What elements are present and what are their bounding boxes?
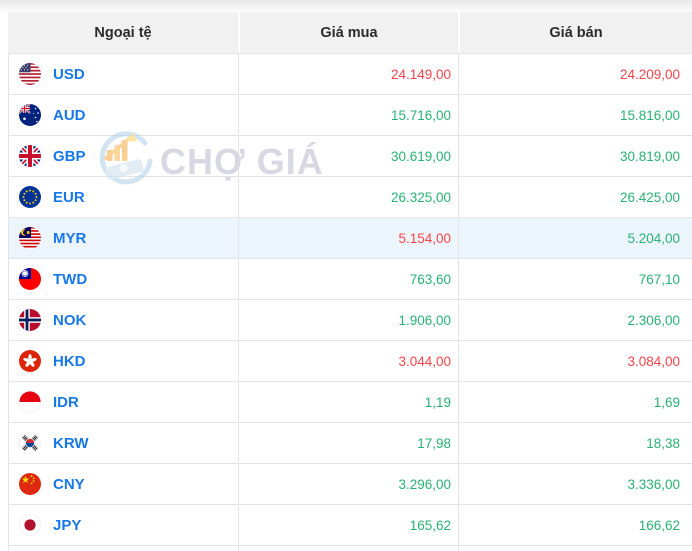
buy-price: 5.154,00 xyxy=(238,218,458,258)
currency-cell: TWD xyxy=(9,259,238,299)
currency-row-myr[interactable]: MYR 5.154,00 5.204,00 xyxy=(9,218,692,259)
currency-row-gbp[interactable]: GBP 30.619,00 30.819,00 xyxy=(9,136,692,177)
china-flag-icon xyxy=(19,473,41,495)
currency-row-usd[interactable]: USD 24.149,00 24.209,00 xyxy=(9,54,692,95)
currency-row-nok[interactable]: NOK 1.906,00 2.306,00 xyxy=(9,300,692,341)
table-header: Ngoại tệ Giá mua Giá bán xyxy=(8,12,692,53)
column-header-currency: Ngoại tệ xyxy=(8,12,238,53)
buy-price: 3.044,00 xyxy=(238,341,458,381)
currency-cell: IDR xyxy=(9,382,238,422)
malaysia-flag-icon xyxy=(19,227,41,249)
buy-price: 24.149,00 xyxy=(238,54,458,94)
buy-price: 763,60 xyxy=(238,259,458,299)
currency-code-link[interactable]: AUD xyxy=(53,107,86,124)
column-header-buy-price: Giá mua xyxy=(238,12,458,53)
sell-price: 2.306,00 xyxy=(458,300,692,340)
currency-row-partial[interactable] xyxy=(9,546,692,551)
norway-flag-icon xyxy=(19,309,41,331)
hongkong-flag-icon xyxy=(19,350,41,372)
currency-code-link[interactable]: JPY xyxy=(53,517,81,534)
currency-cell: KRW xyxy=(9,423,238,463)
top-strip xyxy=(0,0,692,12)
table-body: USD 24.149,00 24.209,00 AUD 15.716,00 15… xyxy=(8,53,692,551)
sell-price: 3.336,00 xyxy=(458,464,692,504)
buy-price xyxy=(238,546,458,551)
currency-cell: JPY xyxy=(9,505,238,545)
currency-cell: MYR xyxy=(9,218,238,258)
buy-price: 26.325,00 xyxy=(238,177,458,217)
japan-flag-icon xyxy=(19,514,41,536)
buy-price: 15.716,00 xyxy=(238,95,458,135)
currency-code-link[interactable]: MYR xyxy=(53,230,86,247)
currency-code-link[interactable]: EUR xyxy=(53,189,85,206)
currency-cell xyxy=(9,546,238,551)
buy-price: 3.296,00 xyxy=(238,464,458,504)
exchange-rate-table: Ngoại tệ Giá mua Giá bán USD 24.149,00 2… xyxy=(8,12,692,551)
buy-price: 17,98 xyxy=(238,423,458,463)
currency-row-aud[interactable]: AUD 15.716,00 15.816,00 xyxy=(9,95,692,136)
currency-code-link[interactable]: NOK xyxy=(53,312,86,329)
currency-cell: NOK xyxy=(9,300,238,340)
currency-cell: GBP xyxy=(9,136,238,176)
currency-code-link[interactable]: TWD xyxy=(53,271,87,288)
taiwan-flag-icon xyxy=(19,268,41,290)
currency-row-eur[interactable]: EUR 26.325,00 26.425,00 xyxy=(9,177,692,218)
currency-row-cny[interactable]: CNY 3.296,00 3.336,00 xyxy=(9,464,692,505)
exchange-rate-screen: Ngoại tệ Giá mua Giá bán USD 24.149,00 2… xyxy=(0,0,692,551)
currency-cell: HKD xyxy=(9,341,238,381)
currency-cell: CNY xyxy=(9,464,238,504)
sell-price: 15.816,00 xyxy=(458,95,692,135)
sell-price: 18,38 xyxy=(458,423,692,463)
currency-code-link[interactable]: USD xyxy=(53,66,85,83)
currency-row-hkd[interactable]: HKD 3.044,00 3.084,00 xyxy=(9,341,692,382)
sell-price xyxy=(458,546,692,551)
currency-cell: AUD xyxy=(9,95,238,135)
currency-cell: USD xyxy=(9,54,238,94)
buy-price: 165,62 xyxy=(238,505,458,545)
currency-code-link[interactable]: IDR xyxy=(53,394,79,411)
column-header-sell-price: Giá bán xyxy=(458,12,692,53)
currency-code-link[interactable]: GBP xyxy=(53,148,86,165)
currency-code-link[interactable]: KRW xyxy=(53,435,89,452)
currency-cell: EUR xyxy=(9,177,238,217)
sell-price: 1,69 xyxy=(458,382,692,422)
australia-flag-icon xyxy=(19,104,41,126)
buy-price: 1.906,00 xyxy=(238,300,458,340)
uk-flag-icon xyxy=(19,145,41,167)
buy-price: 30.619,00 xyxy=(238,136,458,176)
sell-price: 26.425,00 xyxy=(458,177,692,217)
sell-price: 5.204,00 xyxy=(458,218,692,258)
currency-row-twd[interactable]: TWD 763,60 767,10 xyxy=(9,259,692,300)
south-korea-flag-icon xyxy=(19,432,41,454)
currency-row-idr[interactable]: IDR 1,19 1,69 xyxy=(9,382,692,423)
sell-price: 3.084,00 xyxy=(458,341,692,381)
usa-flag-icon xyxy=(19,63,41,85)
currency-code-link[interactable]: HKD xyxy=(53,353,86,370)
currency-row-krw[interactable]: KRW 17,98 18,38 xyxy=(9,423,692,464)
eu-flag-icon xyxy=(19,186,41,208)
sell-price: 30.819,00 xyxy=(458,136,692,176)
sell-price: 166,62 xyxy=(458,505,692,545)
sell-price: 24.209,00 xyxy=(458,54,692,94)
currency-row-jpy[interactable]: JPY 165,62 166,62 xyxy=(9,505,692,546)
sell-price: 767,10 xyxy=(458,259,692,299)
currency-code-link[interactable]: CNY xyxy=(53,476,85,493)
buy-price: 1,19 xyxy=(238,382,458,422)
indonesia-flag-icon xyxy=(19,391,41,413)
